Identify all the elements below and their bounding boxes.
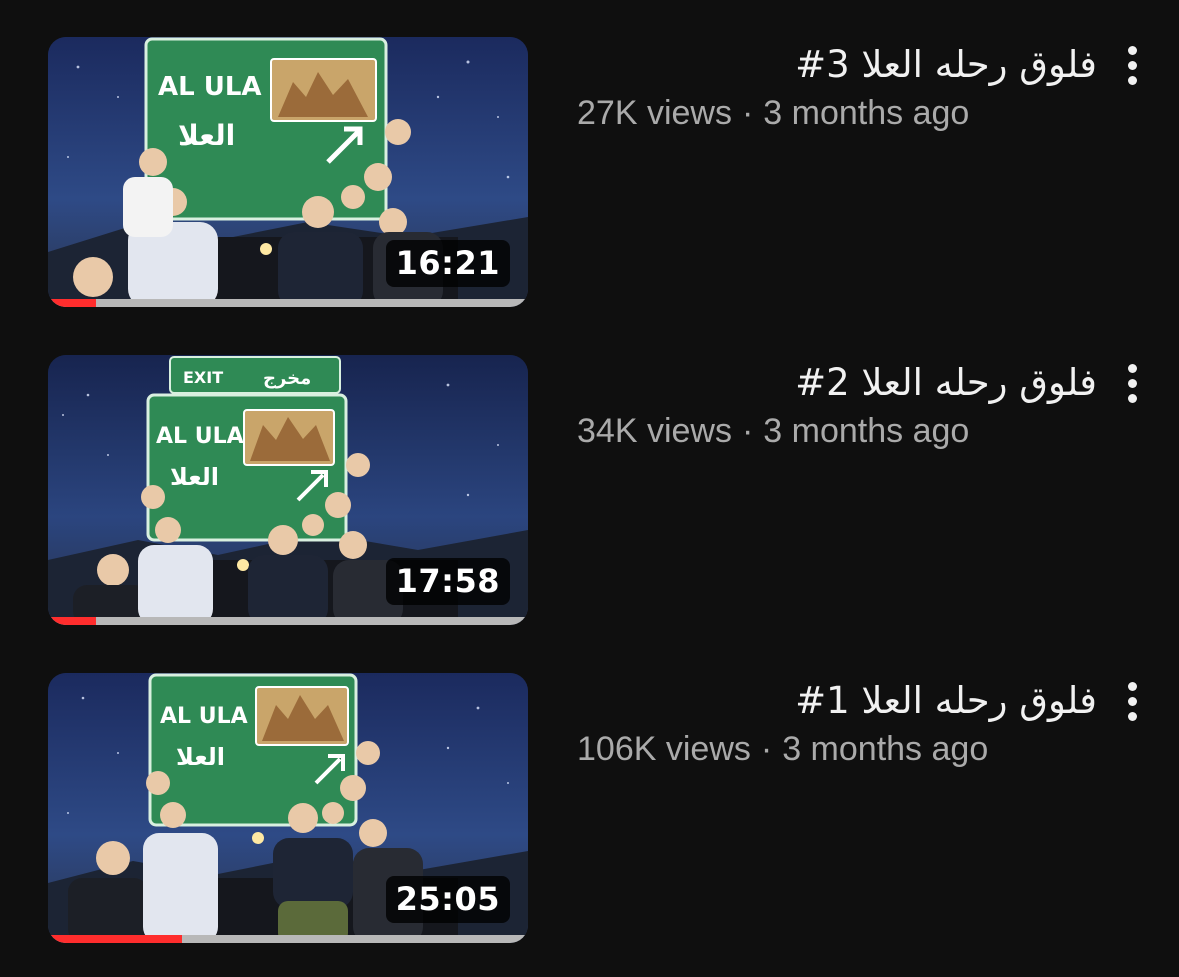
view-count: 27K views [577, 94, 732, 132]
watch-progress-fill [48, 935, 183, 943]
video-duration: 25:05 [385, 875, 510, 923]
sign-arabic-text: العلا [178, 119, 235, 152]
upload-age: 3 months ago [782, 730, 989, 768]
video-item[interactable]: AL ULA العلا 16:21 فلوق رحله العلا 3# 27… [0, 37, 1179, 307]
upload-age: 3 months ago [763, 94, 970, 132]
video-stats: 34K views · 3 months ago [577, 409, 1097, 453]
view-count: 106K views [577, 730, 751, 768]
sign-english-text: AL ULA [156, 424, 244, 449]
upload-age: 3 months ago [763, 412, 970, 450]
watch-progress-fill [48, 617, 96, 625]
video-item[interactable]: EXIT مخرج AL ULA العلا 17:58 فلوق رحله ا… [0, 355, 1179, 625]
video-item[interactable]: AL ULA العلا 25:05 فلوق رحله العلا 1# 10… [0, 673, 1179, 943]
video-meta: فلوق رحله العلا 1# 106K views · 3 months a… [577, 677, 1097, 771]
video-thumbnail[interactable]: AL ULA العلا 16:21 [48, 37, 528, 307]
separator-dot: · [741, 94, 754, 132]
separator-dot: · [760, 730, 773, 768]
more-vertical-icon[interactable] [1112, 673, 1152, 729]
video-meta: فلوق رحله العلا 2# 34K views · 3 months ag… [577, 359, 1097, 453]
video-duration: 17:58 [385, 557, 510, 605]
sign-english-text: AL ULA [160, 704, 248, 729]
more-vertical-icon[interactable] [1112, 355, 1152, 411]
watch-progress-bar [48, 935, 528, 943]
more-vertical-icon[interactable] [1112, 37, 1152, 93]
video-meta: فلوق رحله العلا 3# 27K views · 3 months ag… [577, 41, 1097, 135]
exit-arabic-text: مخرج [263, 368, 311, 389]
video-stats: 106K views · 3 months ago [577, 727, 1097, 771]
video-title[interactable]: فلوق رحله العلا 2# [577, 359, 1097, 407]
view-count: 34K views [577, 412, 732, 450]
video-thumbnail[interactable]: AL ULA العلا 25:05 [48, 673, 528, 943]
watch-progress-fill [48, 299, 96, 307]
video-list: AL ULA العلا 16:21 فلوق رحله العلا 3# 27… [0, 0, 1179, 977]
sign-arabic-text: العلا [170, 463, 219, 491]
exit-english-text: EXIT [183, 368, 223, 387]
sign-english-text: AL ULA [158, 72, 262, 102]
watch-progress-bar [48, 617, 528, 625]
separator-dot: · [741, 412, 754, 450]
watch-progress-bar [48, 299, 528, 307]
video-thumbnail[interactable]: EXIT مخرج AL ULA العلا 17:58 [48, 355, 528, 625]
video-title[interactable]: فلوق رحله العلا 3# [577, 41, 1097, 89]
video-duration: 16:21 [385, 239, 510, 287]
video-stats: 27K views · 3 months ago [577, 91, 1097, 135]
video-title[interactable]: فلوق رحله العلا 1# [577, 677, 1097, 725]
sign-arabic-text: العلا [176, 743, 225, 771]
